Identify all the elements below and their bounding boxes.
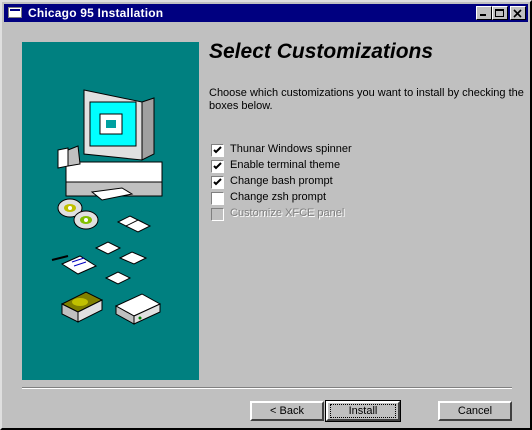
checkbox[interactable] <box>211 144 224 157</box>
maximize-button[interactable] <box>492 6 508 20</box>
document-icon <box>51 255 98 275</box>
page-title: Select Customizations <box>209 40 434 63</box>
close-icon <box>513 9 522 18</box>
hard-drive-icon <box>60 291 104 323</box>
divider <box>22 387 512 389</box>
option-label: Change bash prompt <box>230 175 333 187</box>
checkbox <box>211 208 224 221</box>
title-bar[interactable]: Chicago 95 Installation <box>4 4 528 22</box>
option-label: Thunar Windows spinner <box>230 143 352 155</box>
option-label: Enable terminal theme <box>230 159 341 171</box>
network-device-icon <box>114 293 162 325</box>
installer-window: Chicago 95 Installation Select Customiza… <box>0 0 532 430</box>
cancel-button[interactable]: Cancel <box>438 401 512 421</box>
option-label: Customize XFCE panel <box>230 207 345 219</box>
focus-ring <box>330 404 396 418</box>
install-button[interactable]: Install <box>325 400 401 422</box>
cd-icon <box>57 198 99 230</box>
back-button[interactable]: < Back <box>250 401 324 421</box>
close-button[interactable] <box>510 6 526 20</box>
minimize-button[interactable] <box>476 6 492 20</box>
checkmark-icon <box>213 178 222 186</box>
checkmark-icon <box>213 162 222 170</box>
window-title: Chicago 95 Installation <box>28 6 164 20</box>
window-icon <box>8 7 22 18</box>
minimize-icon <box>480 14 486 16</box>
checkbox[interactable] <box>211 160 224 173</box>
maximize-icon <box>495 9 504 17</box>
illustration-panel <box>22 42 199 380</box>
instructions-text: Choose which customizations you want to … <box>209 87 524 112</box>
floppy-disk-icon <box>94 215 152 285</box>
checkbox[interactable] <box>211 192 224 205</box>
checkmark-icon <box>213 146 222 154</box>
computer-icon <box>57 89 163 201</box>
option-label: Change zsh prompt <box>230 191 326 203</box>
checkbox[interactable] <box>211 176 224 189</box>
